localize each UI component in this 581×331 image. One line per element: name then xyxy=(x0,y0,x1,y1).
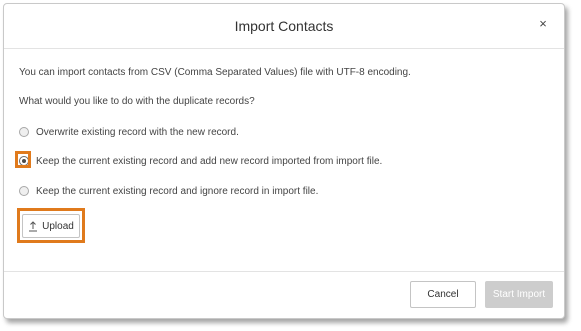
upload-icon xyxy=(28,220,38,232)
cancel-button[interactable]: Cancel xyxy=(410,281,476,308)
option-label: Keep the current existing record and ign… xyxy=(36,185,319,197)
option-keep-and-add[interactable]: Keep the current existing record and add… xyxy=(19,154,382,168)
intro-text: You can import contacts from CSV (Comma … xyxy=(19,67,411,78)
option-label: Keep the current existing record and add… xyxy=(36,155,383,167)
close-button[interactable]: × xyxy=(536,16,550,32)
upload-button[interactable]: Upload xyxy=(22,214,80,238)
start-import-button[interactable]: Start Import xyxy=(485,281,553,308)
option-label: Overwrite existing record with the new r… xyxy=(36,126,239,138)
dialog-title: Import Contacts xyxy=(234,18,334,34)
radio-keep-and-ignore[interactable] xyxy=(19,186,29,196)
radio-highlight-box xyxy=(15,151,31,168)
radio-overwrite[interactable] xyxy=(19,127,29,137)
duplicate-question: What would you like to do with the dupli… xyxy=(19,96,255,107)
option-keep-and-ignore[interactable]: Keep the current existing record and ign… xyxy=(19,184,318,198)
dialog-header: Import Contacts × xyxy=(4,4,564,49)
footer-divider xyxy=(4,271,564,272)
option-overwrite[interactable]: Overwrite existing record with the new r… xyxy=(19,125,239,139)
import-contacts-dialog: Import Contacts × You can import contact… xyxy=(3,3,565,319)
screenshot-canvas: Import Contacts × You can import contact… xyxy=(0,0,581,331)
upload-label: Upload xyxy=(42,220,74,232)
